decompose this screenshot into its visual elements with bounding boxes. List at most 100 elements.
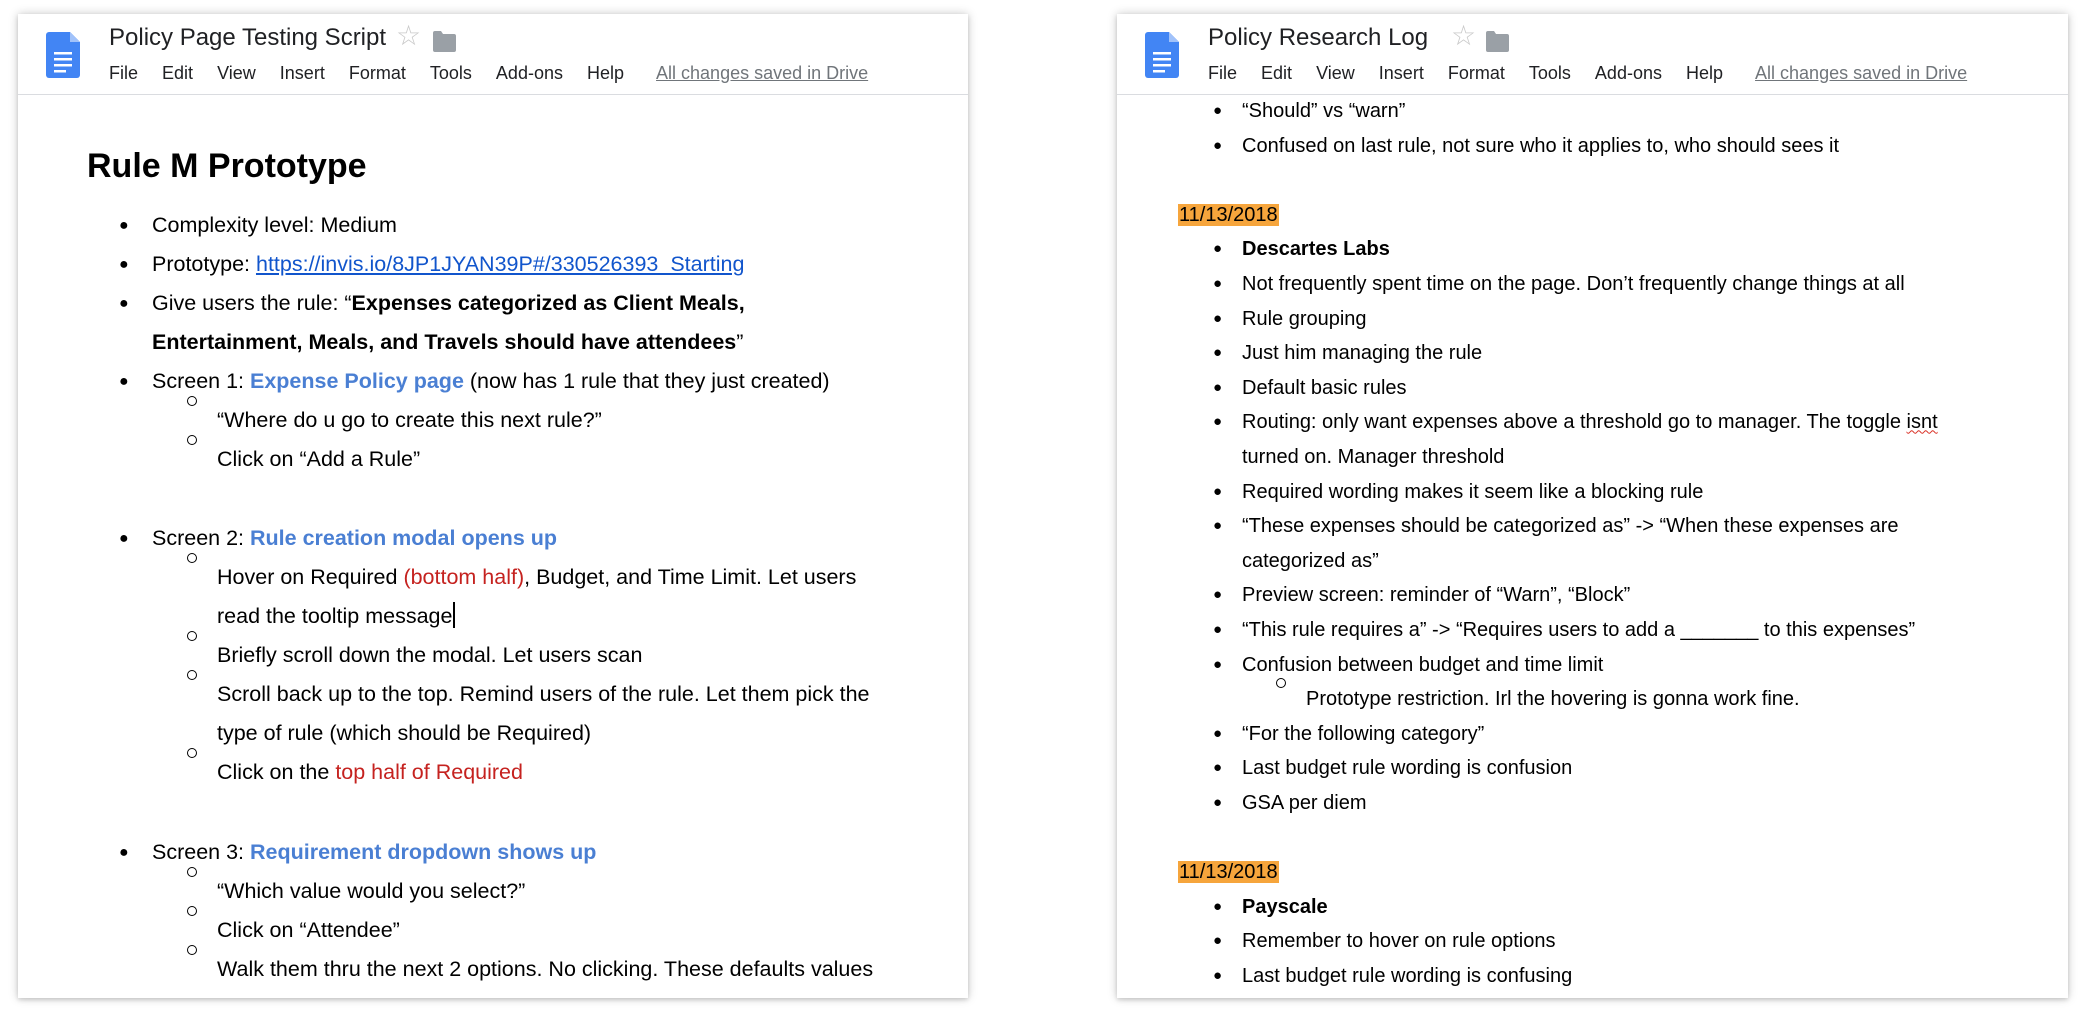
doc-title[interactable]: Policy Page Testing Script xyxy=(109,24,386,52)
bullet: ● xyxy=(119,373,129,390)
company-name: Descartes Labs xyxy=(1242,238,1390,261)
list-item: Give users the rule: “Expenses categoriz… xyxy=(152,284,745,323)
bullet: ● xyxy=(119,295,129,312)
star-icon[interactable]: ☆ xyxy=(1451,22,1476,50)
bullet: ● xyxy=(1213,378,1223,396)
menu-tools[interactable]: Tools xyxy=(430,63,472,84)
text: Screen 1: xyxy=(152,369,250,393)
label: Prototype: xyxy=(152,252,256,276)
bullet: ● xyxy=(1213,344,1223,362)
doc-body[interactable]: Rule M Prototype ● Complexity level: Med… xyxy=(18,95,968,998)
menu-format[interactable]: Format xyxy=(1448,63,1505,84)
list-item: Default basic rules xyxy=(1242,376,1407,399)
sub-item: Hover on Required (bottom half), Budget,… xyxy=(217,558,856,597)
sub-item: Click on “Attendee” xyxy=(217,918,400,942)
menu-help[interactable]: Help xyxy=(587,63,624,84)
circle-bullet xyxy=(187,435,197,445)
date-label: 11/13/2018 xyxy=(1178,198,1279,233)
menu-insert[interactable]: Insert xyxy=(280,63,325,84)
bullet: ● xyxy=(1213,655,1223,673)
screen-title: Requirement dropdown shows up xyxy=(250,840,597,864)
bullet: ● xyxy=(1213,413,1223,431)
circle-bullet xyxy=(187,867,197,877)
menu-addons[interactable]: Add-ons xyxy=(1595,63,1662,84)
text: Click on the xyxy=(217,760,336,784)
circle-bullet xyxy=(187,748,197,758)
list-item: Prototype: https://invis.io/8JP1JYAN39P#… xyxy=(152,245,744,284)
list-item: Screen 1: Expense Policy page (now has 1… xyxy=(152,362,830,401)
list-item: Confusion between budget and time limit xyxy=(1242,653,1604,676)
menu-view[interactable]: View xyxy=(1316,63,1355,84)
right-doc-header: Policy Research Log ☆ File Edit View Ins… xyxy=(1117,14,2068,95)
list-item: “These expenses should be categorized as… xyxy=(1242,515,1899,538)
list-item: Complexity level: Medium xyxy=(152,213,397,237)
list-item: Remember to hover on rule options xyxy=(1242,930,1556,953)
bullet: ● xyxy=(1213,309,1223,327)
list-item: Screen 2: Rule creation modal opens up xyxy=(152,519,557,558)
screen-title: Rule creation modal opens up xyxy=(250,526,558,550)
menu-file[interactable]: File xyxy=(109,63,138,84)
circle-bullet xyxy=(187,631,197,641)
sub-item: Click on the top half of Required xyxy=(217,753,523,792)
bullet: ● xyxy=(1213,621,1223,638)
sub-item: Scroll back up to the top. Remind users … xyxy=(217,682,870,706)
text: Screen 3: xyxy=(152,840,250,864)
right-doc-window: Policy Research Log ☆ File Edit View Ins… xyxy=(1117,14,2068,998)
saved-status[interactable]: All changes saved in Drive xyxy=(656,63,868,84)
menu-edit[interactable]: Edit xyxy=(162,63,193,84)
doc-body[interactable]: ● “Should” vs “warn” ● Confused on last … xyxy=(1117,95,2068,998)
list-item-cont: turned on. Manager threshold xyxy=(1242,446,1505,468)
menu-tools[interactable]: Tools xyxy=(1529,63,1571,84)
prototype-link[interactable]: https://invis.io/8JP1JYAN39P#/330526393_… xyxy=(256,252,744,276)
google-docs-icon[interactable] xyxy=(46,32,80,78)
list-item: Not frequently spent time on the page. D… xyxy=(1242,273,1905,295)
folder-icon[interactable] xyxy=(1486,31,1509,52)
sub-item: Briefly scroll down the modal. Let users… xyxy=(217,643,643,667)
circle-bullet xyxy=(187,945,197,955)
saved-status[interactable]: All changes saved in Drive xyxy=(1755,63,1967,84)
text: Give users the rule: “ xyxy=(152,291,352,315)
sub-item-cont: type of rule (which should be Required) xyxy=(217,721,592,745)
misspelled-word[interactable]: isnt xyxy=(1907,411,1938,433)
sub-item: Prototype restriction. Irl the hovering … xyxy=(1306,688,1800,711)
menu-view[interactable]: View xyxy=(217,63,256,84)
google-docs-icon[interactable] xyxy=(1145,32,1179,78)
list-item: GSA per diem xyxy=(1242,792,1367,814)
bold-text: Expenses categorized as Client Meals, xyxy=(351,291,745,315)
star-icon[interactable]: ☆ xyxy=(396,22,421,50)
list-item: Last budget rule wording is confusion xyxy=(1242,757,1573,780)
folder-icon[interactable] xyxy=(433,31,456,52)
circle-bullet xyxy=(187,670,197,680)
date-highlight: 11/13/2018 xyxy=(1178,203,1279,226)
list-item: Just him managing the rule xyxy=(1242,342,1483,365)
bold-text: Entertainment, Meals, and Travels should… xyxy=(152,330,737,354)
left-doc-header: Policy Page Testing Script ☆ File Edit V… xyxy=(18,14,968,95)
menu-edit[interactable]: Edit xyxy=(1261,63,1292,84)
menu-format[interactable]: Format xyxy=(349,63,406,84)
list-item-cont: Entertainment, Meals, and Travels should… xyxy=(152,323,743,362)
text-cursor xyxy=(453,602,456,628)
menu-file[interactable]: File xyxy=(1208,63,1237,84)
menu-addons[interactable]: Add-ons xyxy=(496,63,563,84)
bullet: ● xyxy=(1213,897,1223,915)
bullet: ● xyxy=(1213,932,1223,950)
bullet: ● xyxy=(119,256,129,273)
bullet: ● xyxy=(1213,240,1223,258)
bullet: ● xyxy=(1213,967,1223,984)
list-item: Preview screen: reminder of “Warn”, “Blo… xyxy=(1242,584,1631,607)
menu-insert[interactable]: Insert xyxy=(1379,63,1424,84)
text: Hover on Required xyxy=(217,565,404,589)
list-item: Routing: only want expenses above a thre… xyxy=(1242,405,1938,440)
list-item: Last budget rule wording is confusing xyxy=(1242,965,1573,987)
list-item: Required wording makes it seem like a bl… xyxy=(1242,480,1704,503)
menu-bar: File Edit View Insert Format Tools Add-o… xyxy=(109,63,887,84)
bullet: ● xyxy=(119,217,129,234)
text: read the tooltip message xyxy=(217,604,453,628)
menu-help[interactable]: Help xyxy=(1686,63,1723,84)
list-item: Screen 3: Requirement dropdown shows up xyxy=(152,833,596,872)
bullet: ● xyxy=(1213,517,1223,535)
text: , Budget, and Time Limit. Let users xyxy=(524,565,857,589)
doc-title[interactable]: Policy Research Log xyxy=(1208,24,1428,52)
red-text: (bottom half) xyxy=(403,565,525,589)
list-item: “Should” vs “warn” xyxy=(1242,100,1406,122)
